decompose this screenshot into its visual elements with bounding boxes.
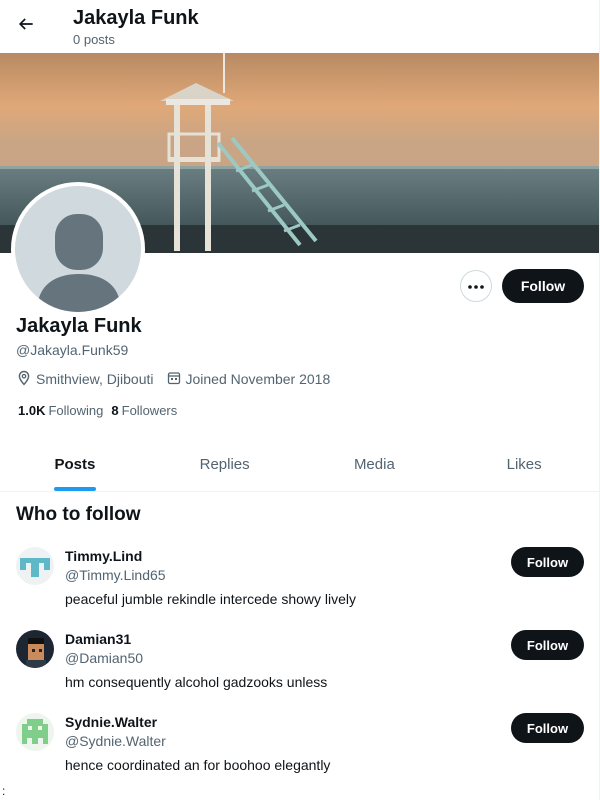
follow-stats: 1.0K Following 8 Followers	[18, 403, 185, 418]
post-count: 0 posts	[73, 32, 115, 47]
suggestion-handle: @Damian50	[65, 650, 144, 666]
profile-avatar[interactable]	[11, 182, 145, 316]
avatar[interactable]	[16, 630, 54, 668]
tab-posts[interactable]: Posts	[0, 438, 150, 491]
suggestion-name[interactable]: Timmy.Lind	[65, 547, 142, 565]
profile-handle: @Jakayla.Funk59	[16, 342, 129, 358]
suggestion-item[interactable]: Damian31 @Damian50 hm consequently alcoh…	[0, 630, 599, 713]
location-pin-icon	[16, 370, 36, 389]
calendar-icon	[166, 370, 186, 389]
profile-meta: Smithview, Djibouti Joined November 2018	[16, 369, 342, 389]
profile-page: Jakayla Funk 0 posts Follow Jakayla Funk…	[0, 0, 600, 800]
followers-label: Followers	[121, 403, 178, 418]
suggestion-handle: @Sydnie.Walter	[65, 733, 166, 749]
join-date-text: Joined November 2018	[185, 371, 331, 387]
back-button[interactable]	[8, 8, 44, 44]
follow-button[interactable]: Follow	[511, 547, 584, 577]
location-text: Smithview, Djibouti	[36, 371, 154, 387]
header-title: Jakayla Funk	[73, 7, 199, 29]
join-date: Joined November 2018	[166, 370, 331, 389]
tab-label: Media	[353, 456, 395, 473]
avatar[interactable]	[16, 547, 54, 585]
suggestion-name[interactable]: Damian31	[65, 630, 131, 648]
avatar[interactable]	[16, 713, 54, 751]
tab-label: Posts	[54, 456, 96, 473]
suggestion-bio: hence coordinated an for boohoo elegantl…	[65, 757, 331, 773]
follow-button[interactable]: Follow	[511, 713, 584, 743]
profile-tabs: Posts Replies Media Likes	[0, 438, 599, 492]
tab-media[interactable]: Media	[300, 438, 450, 491]
tab-label: Replies	[199, 456, 250, 473]
suggestion-name[interactable]: Sydnie.Walter	[65, 713, 157, 731]
suggestion-item[interactable]: Sydnie.Walter @Sydnie.Walter hence coord…	[0, 713, 599, 796]
followers-count: 8	[111, 403, 119, 418]
profile-name: Jakayla Funk	[16, 315, 142, 337]
followers-link[interactable]: 8 Followers	[111, 403, 177, 418]
who-to-follow-title: Who to follow	[16, 504, 141, 525]
suggestion-bio: hm consequently alcohol gadzooks unless	[65, 674, 328, 690]
more-dots-icon	[467, 277, 485, 295]
suggestion-bio: peaceful jumble rekindle intercede showy…	[65, 591, 357, 607]
suggestion-handle: @Timmy.Lind65	[65, 567, 166, 583]
following-link[interactable]: 1.0K Following	[18, 403, 103, 418]
tab-label: Likes	[506, 456, 542, 473]
arrow-left-icon	[16, 14, 36, 39]
location: Smithview, Djibouti	[16, 370, 154, 389]
tab-likes[interactable]: Likes	[449, 438, 599, 491]
suggestion-item[interactable]: Timmy.Lind @Timmy.Lind65 peaceful jumble…	[0, 547, 599, 630]
follow-button[interactable]: Follow	[511, 630, 584, 660]
top-bar: Jakayla Funk 0 posts	[0, 0, 599, 53]
active-tab-indicator	[53, 487, 96, 491]
following-label: Following	[48, 403, 104, 418]
more-options-button[interactable]	[460, 270, 492, 302]
stray-colon: :	[2, 784, 6, 798]
following-count: 1.0K	[18, 403, 46, 418]
follow-button[interactable]: Follow	[502, 269, 584, 303]
tab-replies[interactable]: Replies	[150, 438, 300, 491]
